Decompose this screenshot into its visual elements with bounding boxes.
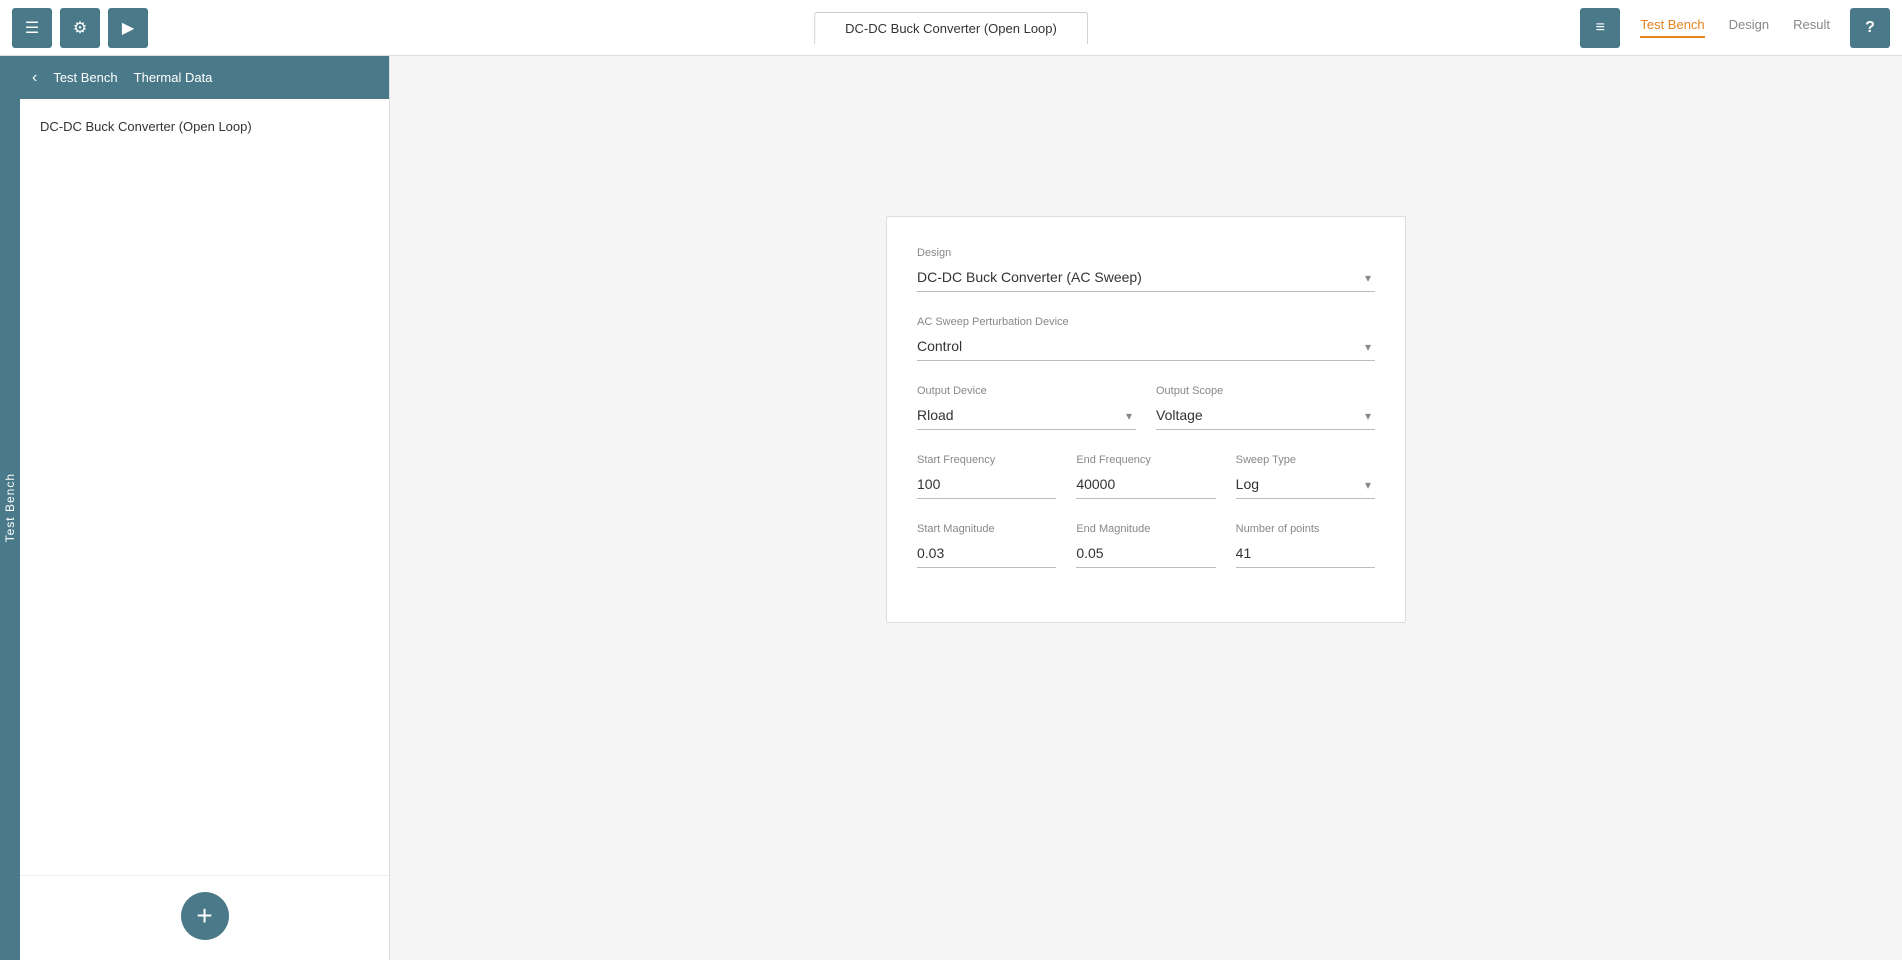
vertical-tab: Test Bench [0,56,20,960]
form-panel: Design DC-DC Buck Converter (AC Sweep) A… [886,216,1406,623]
start-freq-group: Start Frequency [917,454,1056,499]
add-button[interactable]: + [181,892,229,940]
top-bar: ☰ ⚙ ▶ DC-DC Buck Converter (Open Loop) ≡… [0,0,1902,56]
menu-button[interactable]: ☰ [12,8,52,48]
panel-footer: + [20,875,389,960]
panel-body: DC-DC Buck Converter (Open Loop) [20,99,389,875]
settings-button[interactable]: ⚙ [60,8,100,48]
output-device-group: Output Device Rload [917,385,1136,430]
tab-result[interactable]: Result [1793,17,1830,38]
play-button[interactable]: ▶ [108,8,148,48]
output-scope-select-wrapper: Voltage [1156,401,1375,430]
magnitude-row: Start Magnitude End Magnitude Number of … [917,523,1375,568]
output-device-select[interactable]: Rload [917,401,1136,430]
start-freq-label: Start Frequency [917,454,1056,466]
design-label: Design [917,247,1375,259]
nav-tabs: Test Bench Design Result [1640,17,1830,38]
end-freq-label: End Frequency [1076,454,1215,466]
list-button[interactable]: ≡ [1580,8,1620,48]
main-content: Test Bench ‹ Test Bench Thermal Data DC-… [0,56,1902,960]
back-arrow-icon[interactable]: ‹ [32,69,37,87]
start-mag-group: Start Magnitude [917,523,1056,568]
left-panel: ‹ Test Bench Thermal Data DC-DC Buck Con… [20,56,390,960]
output-device-select-wrapper: Rload [917,401,1136,430]
sweep-type-group: Sweep Type Log Linear [1236,454,1375,499]
tab-design[interactable]: Design [1729,17,1769,38]
sweep-type-select-wrapper: Log Linear [1236,470,1375,499]
panel-header-testbench[interactable]: Test Bench [53,66,117,89]
end-mag-input[interactable] [1076,539,1215,568]
num-points-group: Number of points [1236,523,1375,568]
main-area: Design DC-DC Buck Converter (AC Sweep) A… [390,56,1902,960]
sweep-type-label: Sweep Type [1236,454,1375,466]
start-mag-label: Start Magnitude [917,523,1056,535]
vertical-tab-label: Test Bench [3,473,17,542]
tab-testbench[interactable]: Test Bench [1640,17,1704,38]
design-group: Design DC-DC Buck Converter (AC Sweep) [917,247,1375,292]
output-scope-select[interactable]: Voltage [1156,401,1375,430]
ac-sweep-select-wrapper: Control [917,332,1375,361]
top-bar-right: ≡ Test Bench Design Result ? [1580,8,1902,48]
list-icon: ≡ [1596,19,1605,37]
design-select-wrapper: DC-DC Buck Converter (AC Sweep) [917,263,1375,292]
title-area: DC-DC Buck Converter (Open Loop) [814,12,1088,44]
end-mag-group: End Magnitude [1076,523,1215,568]
help-button[interactable]: ? [1850,8,1890,48]
ac-sweep-label: AC Sweep Perturbation Device [917,316,1375,328]
ac-sweep-group: AC Sweep Perturbation Device Control [917,316,1375,361]
design-select[interactable]: DC-DC Buck Converter (AC Sweep) [917,263,1375,292]
panel-header: ‹ Test Bench Thermal Data [20,56,389,99]
output-scope-label: Output Scope [1156,385,1375,397]
num-points-label: Number of points [1236,523,1375,535]
num-points-input[interactable] [1236,539,1375,568]
panel-header-thermal[interactable]: Thermal Data [134,66,213,89]
end-mag-label: End Magnitude [1076,523,1215,535]
start-mag-input[interactable] [917,539,1056,568]
sweep-type-select[interactable]: Log Linear [1236,470,1375,499]
output-scope-group: Output Scope Voltage [1156,385,1375,430]
end-freq-input[interactable] [1076,470,1215,499]
top-bar-left: ☰ ⚙ ▶ [0,8,148,48]
title-tab: DC-DC Buck Converter (Open Loop) [814,12,1088,44]
output-row: Output Device Rload Output Scope Voltage [917,385,1375,430]
end-freq-group: End Frequency [1076,454,1215,499]
list-item[interactable]: DC-DC Buck Converter (Open Loop) [32,111,377,142]
freq-row: Start Frequency End Frequency Sweep Type… [917,454,1375,499]
app-title: DC-DC Buck Converter (Open Loop) [845,21,1057,36]
ac-sweep-select[interactable]: Control [917,332,1375,361]
output-device-label: Output Device [917,385,1136,397]
start-freq-input[interactable] [917,470,1056,499]
